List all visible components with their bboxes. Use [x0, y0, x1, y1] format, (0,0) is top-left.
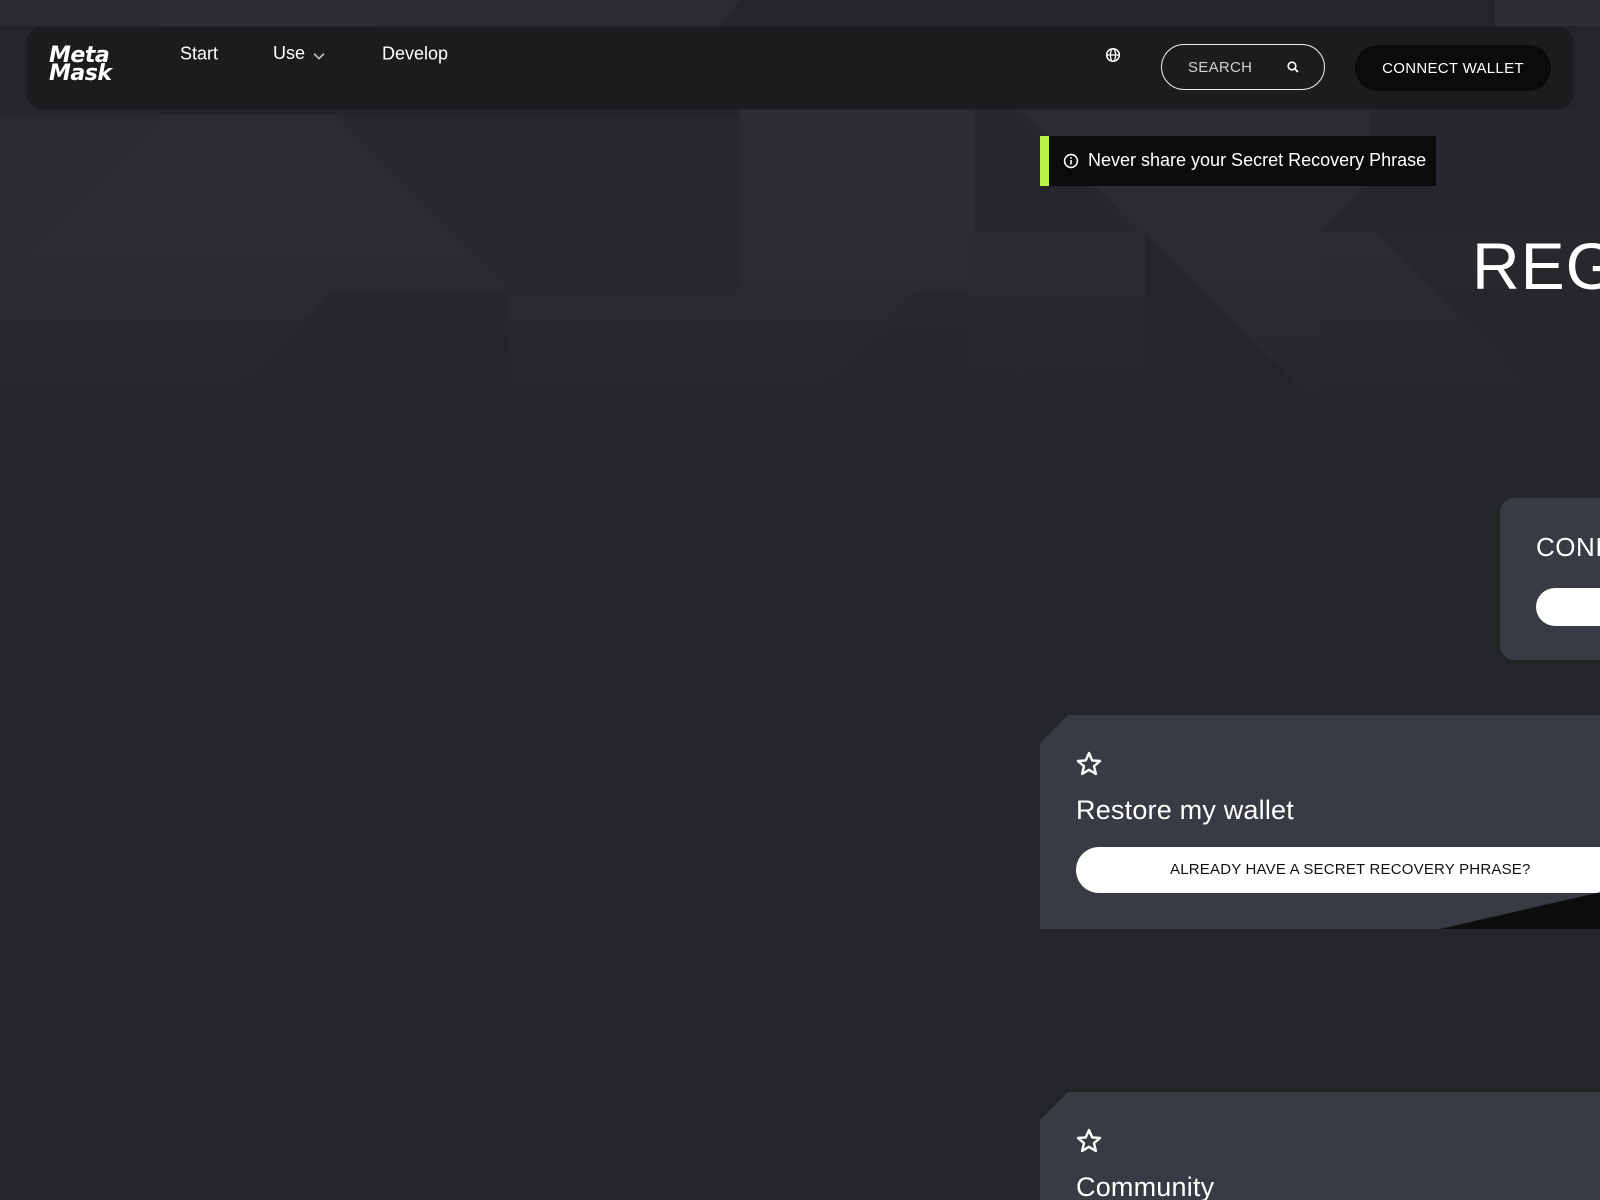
connect-card-title: CONI [1536, 532, 1600, 562]
nav-link-start[interactable]: Start [180, 44, 218, 65]
secret-recovery-phrase-button[interactable]: ALREADY HAVE A SECRET RECOVERY PHRASE? [1076, 847, 1600, 893]
top-navbar: Meta Mask [27, 27, 1573, 109]
nav-link-develop[interactable]: Develop [382, 44, 448, 65]
metamask-logo[interactable]: Meta Mask [49, 45, 125, 89]
star-icon [1076, 751, 1102, 776]
restore-wallet-title: Restore my wallet [1076, 795, 1294, 825]
warning-message: Never share your Secret Recovery Phrase [1088, 150, 1427, 170]
community-card: Community [1040, 1092, 1600, 1200]
warning-accent-bar [1040, 136, 1049, 186]
restore-wallet-card: Restore my wallet ALREADY HAVE A SECRET … [1040, 715, 1600, 929]
chevron-down-icon [313, 44, 325, 65]
search-icon[interactable] [1286, 60, 1300, 74]
connect-wallet-button[interactable]: CONNECT WALLET [1355, 45, 1551, 91]
connect-card: CONI [1500, 498, 1600, 660]
star-icon [1076, 1128, 1102, 1153]
page: Meta Mask Start Use Develop CONNECT WALL… [0, 0, 1600, 1200]
security-warning-banner: Never share your Secret Recovery Phrase [1040, 136, 1436, 186]
connect-card-button[interactable] [1536, 588, 1600, 626]
info-icon [1063, 153, 1079, 169]
community-title: Community [1076, 1172, 1215, 1200]
nav-link-use[interactable]: Use [273, 43, 325, 65]
search-input[interactable] [1188, 56, 1288, 78]
hero-title: REG [1472, 229, 1600, 303]
secret-recovery-phrase-label: ALREADY HAVE A SECRET RECOVERY PHRASE? [1170, 861, 1531, 878]
logo-line-2: Mask [49, 61, 112, 86]
globe-icon[interactable] [1105, 47, 1125, 67]
nav-link-use-label: Use [273, 43, 306, 64]
search-box[interactable] [1161, 44, 1325, 90]
